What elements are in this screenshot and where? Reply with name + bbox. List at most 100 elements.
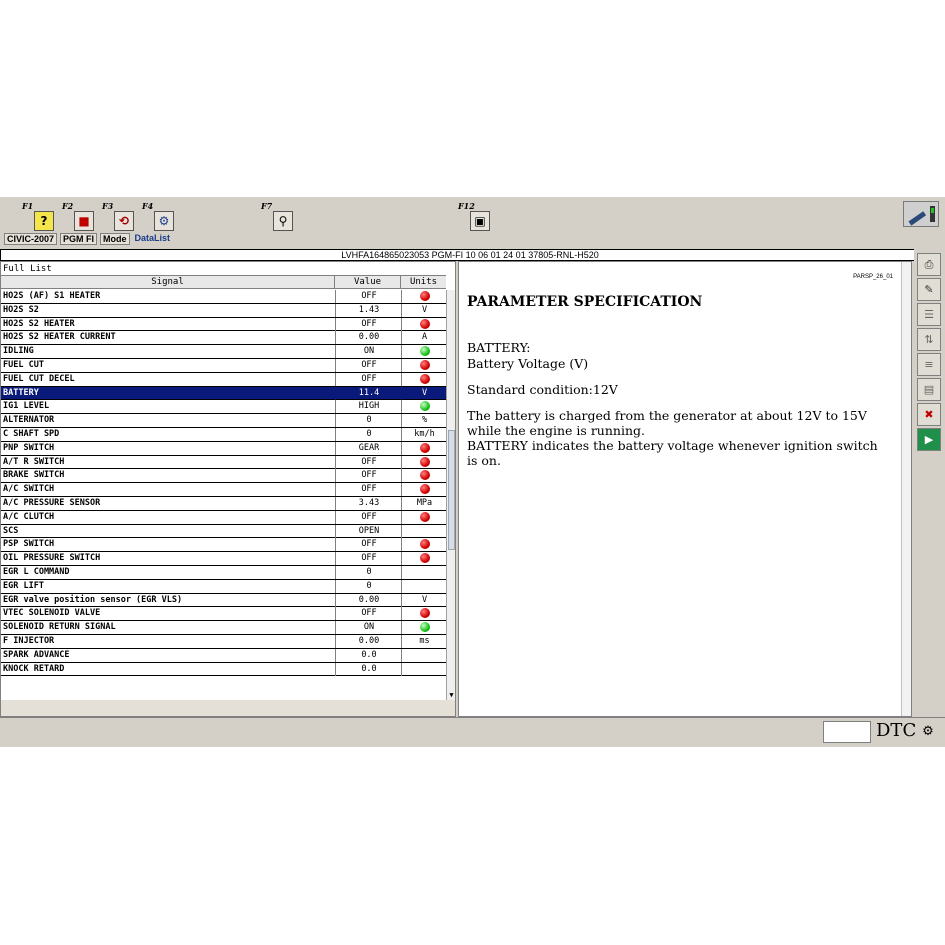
signal-value: OFF	[335, 510, 402, 524]
red-status-indicator-icon	[419, 456, 430, 467]
table-row[interactable]: HO2S S2 HEATER OFF	[1, 317, 446, 332]
breadcrumb: CIVIC-2007 PGM FI Mode DataList	[4, 233, 172, 245]
table-row[interactable]: A/T R SWITCH OFF	[1, 455, 446, 470]
graph-icon[interactable]: ✎	[917, 278, 941, 301]
table-row[interactable]: HO2S (AF) S1 HEATER OFF	[1, 290, 446, 304]
scanner-icon[interactable]	[903, 201, 939, 227]
signal-name: HO2S (AF) S1 HEATER	[3, 291, 101, 301]
list-footer	[1, 700, 455, 716]
table-row[interactable]: PNP SWITCH GEAR	[1, 441, 446, 456]
signal-value: OFF	[335, 552, 402, 566]
table-row[interactable]: F INJECTOR 0.00 ms	[1, 635, 446, 649]
chart-icon[interactable]: ▤	[917, 378, 941, 401]
breadcrumb-system[interactable]: PGM FI	[60, 233, 98, 245]
signal-unit: V	[401, 386, 446, 400]
f2-vehicle-button[interactable]: F2 ■	[62, 201, 94, 231]
signal-unit	[401, 290, 446, 303]
signal-unit: A	[401, 331, 446, 345]
tune-icon[interactable]: ≡	[917, 353, 941, 376]
scroll-down-icon[interactable]: ▼	[447, 691, 455, 700]
table-row[interactable]: EGR valve position sensor (EGR VLS) 0.00 V	[1, 593, 446, 608]
table-row[interactable]: KNOCK RETARD 0.0	[1, 662, 446, 677]
table-row[interactable]: A/C CLUTCH OFF	[1, 510, 446, 525]
signal-unit	[401, 538, 446, 552]
table-row[interactable]: FUEL CUT OFF	[1, 359, 446, 373]
printer-icon[interactable]: ⎙	[917, 253, 941, 276]
table-row[interactable]: SOLENOID RETURN SIGNAL ON	[1, 621, 446, 635]
signal-value: 0.0	[335, 662, 402, 676]
signal-value: OFF	[335, 538, 402, 552]
sort-icon[interactable]: ⇅	[917, 328, 941, 351]
f4-tools-button[interactable]: F4 ⚙	[142, 201, 174, 231]
data-list-panel: Full List Signal Value Units HO2S (AF) S…	[0, 261, 456, 717]
red-status-indicator-icon	[419, 291, 430, 301]
f4-key-label: F4	[142, 201, 154, 211]
dtc-label[interactable]: DTC	[876, 720, 916, 741]
spec-scrollbar[interactable]	[901, 262, 911, 716]
signal-name: IDLING	[3, 346, 34, 357]
signal-unit: %	[401, 414, 446, 428]
list-title: Full List	[3, 264, 52, 274]
signal-unit	[401, 483, 446, 497]
signal-value: OPEN	[335, 524, 402, 538]
exit-icon[interactable]: ▶	[917, 428, 941, 451]
toolbar: F1 ? F2 ■ F3 ⟲ F4 ⚙ F7 ⚲ F12 ▣	[0, 197, 945, 233]
signal-name: PNP SWITCH	[3, 442, 55, 453]
table-row[interactable]: FUEL CUT DECEL OFF	[1, 372, 446, 387]
screen-print-icon: ▣	[470, 211, 490, 231]
signal-name: BRAKE SWITCH	[3, 470, 65, 481]
table-row[interactable]: SCS OPEN	[1, 524, 446, 539]
breadcrumb-vehicle[interactable]: CIVIC-2007	[4, 233, 58, 245]
table-row[interactable]: A/C PRESSURE SENSOR 3.43 MPa	[1, 497, 446, 511]
table-row[interactable]: C SHAFT SPD 0 km/h	[1, 428, 446, 442]
tools-icon: ⚙	[154, 211, 174, 231]
list-icon[interactable]: ☰	[917, 303, 941, 326]
signal-unit	[401, 317, 446, 331]
signal-value: 0	[335, 414, 402, 428]
table-row[interactable]: SPARK ADVANCE 0.0	[1, 648, 446, 663]
list-scrollbar[interactable]: ▼	[446, 290, 455, 700]
table-row[interactable]: IDLING ON	[1, 345, 446, 359]
signal-unit	[401, 648, 446, 662]
column-header-value[interactable]: Value	[335, 276, 401, 288]
column-header-signal[interactable]: Signal	[1, 276, 335, 288]
table-row[interactable]: BRAKE SWITCH OFF	[1, 469, 446, 484]
signal-value: 3.43	[335, 497, 402, 510]
table-row[interactable]: BATTERY 11.4 V	[1, 386, 446, 401]
table-row[interactable]: VTEC SOLENOID VALVE OFF	[1, 607, 446, 622]
search-icon: ⚲	[273, 211, 293, 231]
list-scrollbar-thumb[interactable]	[448, 430, 455, 550]
column-header-units[interactable]: Units	[401, 276, 446, 288]
red-status-indicator-icon	[419, 470, 430, 481]
signal-name: SCS	[3, 525, 19, 536]
dtc-connection-icon[interactable]: ⚙	[918, 722, 938, 742]
signal-name: EGR L COMMAND	[3, 567, 70, 577]
table-row[interactable]: HO2S S2 HEATER CURRENT 0.00 A	[1, 331, 446, 346]
table-row[interactable]: HO2S S2 1.43 V	[1, 303, 446, 318]
signal-unit: km/h	[401, 428, 446, 441]
signal-unit	[401, 441, 446, 455]
table-row[interactable]: PSP SWITCH OFF	[1, 538, 446, 553]
spec-paragraph-1: The battery is charged from the generato…	[467, 408, 867, 438]
signal-name: OIL PRESSURE SWITCH	[3, 553, 101, 564]
f12-key-label: F12	[458, 201, 475, 211]
f3-reset-button[interactable]: F3 ⟲	[102, 201, 134, 231]
signal-value: OFF	[335, 607, 402, 621]
green-status-indicator-icon	[419, 346, 430, 357]
breadcrumb-mode[interactable]: Mode	[100, 233, 130, 245]
f1-help-button[interactable]: F1 ?	[22, 201, 54, 231]
table-row[interactable]: EGR LIFT 0	[1, 579, 446, 594]
signal-value: 1.43	[335, 303, 402, 317]
signal-name: HO2S S2 HEATER CURRENT	[3, 332, 116, 343]
table-row[interactable]: A/C SWITCH OFF	[1, 483, 446, 497]
f7-search-button[interactable]: F7 ⚲	[261, 201, 293, 231]
table-row[interactable]: IG1 LEVEL HIGH	[1, 400, 446, 415]
temperature-icon[interactable]: ✖	[917, 403, 941, 426]
table-row[interactable]: OIL PRESSURE SWITCH OFF	[1, 552, 446, 566]
signal-value: ON	[335, 345, 402, 359]
table-row[interactable]: EGR L COMMAND 0	[1, 566, 446, 580]
signal-unit: V	[401, 303, 446, 317]
table-row[interactable]: ALTERNATOR 0%	[1, 414, 446, 428]
f7-key-label: F7	[261, 201, 273, 211]
f12-screen-print-button[interactable]: F12 ▣	[458, 201, 490, 231]
